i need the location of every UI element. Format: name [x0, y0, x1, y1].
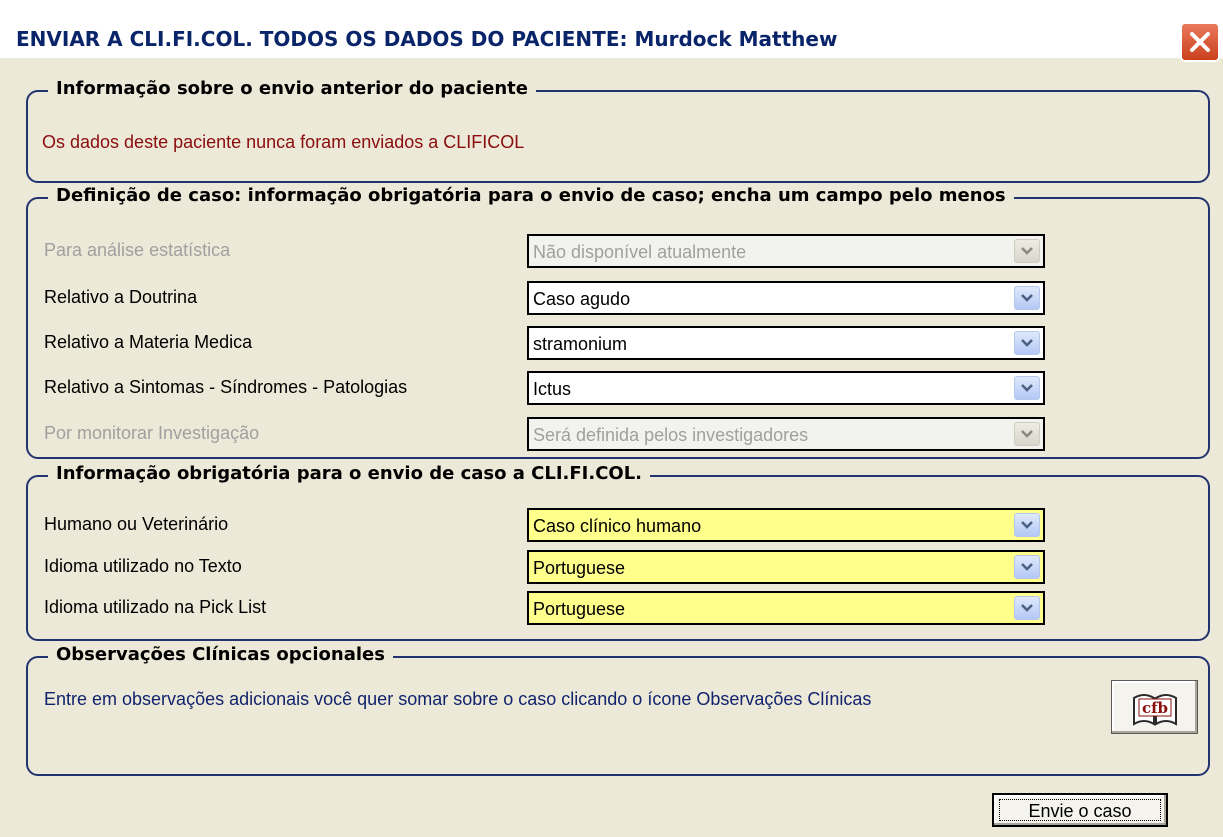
- text-language-combo[interactable]: Portuguese: [527, 550, 1045, 584]
- send-case-button[interactable]: Envie o caso: [992, 793, 1168, 827]
- observations-group: Observações Clínicas opcionales Entre em…: [26, 644, 1210, 776]
- dialog-window: ENVIAR A CLI.FI.COL. TODOS OS DADOS DO P…: [0, 0, 1223, 837]
- human-veterinary-label: Humano ou Veterinário: [44, 514, 229, 534]
- title-bar: ENVIAR A CLI.FI.COL. TODOS OS DADOS DO P…: [0, 0, 1223, 62]
- doctrine-combo[interactable]: Caso agudo: [527, 281, 1045, 315]
- statistical-analysis-value: Não disponível atualmente: [533, 242, 747, 262]
- case-definition-group: Definição de caso: informação obrigatóri…: [26, 185, 1210, 459]
- observations-legend: Observações Clínicas opcionales: [48, 644, 393, 665]
- chevron-down-icon: [1014, 422, 1040, 446]
- chevron-down-icon[interactable]: [1014, 376, 1040, 400]
- case-definition-legend: Definição de caso: informação obrigatóri…: [48, 185, 1014, 206]
- research-monitoring-label: Por monitorar Investigação: [44, 423, 260, 443]
- picklist-language-value: Portuguese: [533, 599, 626, 619]
- picklist-language-combo[interactable]: Portuguese: [527, 591, 1045, 625]
- picklist-language-label: Idioma utilizado na Pick List: [44, 597, 267, 617]
- materia-medica-label: Relativo a Materia Medica: [44, 332, 253, 352]
- chevron-down-icon: [1014, 239, 1040, 263]
- close-button[interactable]: [1180, 22, 1220, 62]
- send-case-label: Envie o caso: [1028, 801, 1132, 821]
- statistical-analysis-combo: Não disponível atualmente: [527, 234, 1045, 268]
- human-veterinary-combo[interactable]: Caso clínico humano: [527, 508, 1045, 542]
- symptoms-combo[interactable]: Ictus: [527, 371, 1045, 405]
- research-monitoring-combo: Será definida pelos investigadores: [527, 417, 1045, 451]
- materia-medica-combo[interactable]: stramonium: [527, 326, 1045, 360]
- previous-submission-group: Informação sobre o envio anterior do pac…: [26, 78, 1210, 183]
- chevron-down-icon[interactable]: [1014, 513, 1040, 537]
- human-veterinary-value: Caso clínico humano: [533, 516, 702, 536]
- close-icon: [1190, 32, 1210, 52]
- chevron-down-icon[interactable]: [1014, 555, 1040, 579]
- dialog-client-area: Informação sobre o envio anterior do pac…: [8, 64, 1215, 834]
- chevron-down-icon[interactable]: [1014, 286, 1040, 310]
- doctrine-label: Relativo a Doutrina: [44, 287, 198, 307]
- research-monitoring-value: Será definida pelos investigadores: [533, 425, 809, 445]
- materia-medica-value: stramonium: [533, 334, 628, 354]
- statistical-analysis-label: Para análise estatística: [44, 240, 231, 260]
- symptoms-value: Ictus: [533, 379, 572, 399]
- required-info-legend: Informação obrigatória para o envio de c…: [48, 463, 651, 484]
- text-language-label: Idioma utilizado no Texto: [44, 556, 242, 576]
- chevron-down-icon[interactable]: [1014, 331, 1040, 355]
- book-icon-label: cfb: [1142, 699, 1168, 717]
- clinical-observations-button[interactable]: cfb: [1111, 680, 1198, 734]
- required-info-group: Informação obrigatória para o envio de c…: [26, 463, 1210, 641]
- text-language-value: Portuguese: [533, 558, 626, 578]
- chevron-down-icon[interactable]: [1014, 596, 1040, 620]
- previous-submission-legend: Informação sobre o envio anterior do pac…: [48, 78, 536, 99]
- window-title: ENVIAR A CLI.FI.COL. TODOS OS DADOS DO P…: [16, 27, 838, 51]
- observations-instruction: Entre em observações adicionais você que…: [44, 689, 872, 709]
- book-icon: cfb: [1133, 694, 1177, 726]
- symptoms-label: Relativo a Sintomas - Síndromes - Patolo…: [44, 377, 408, 397]
- doctrine-value: Caso agudo: [533, 289, 631, 309]
- previous-submission-message: Os dados deste paciente nunca foram envi…: [42, 132, 525, 152]
